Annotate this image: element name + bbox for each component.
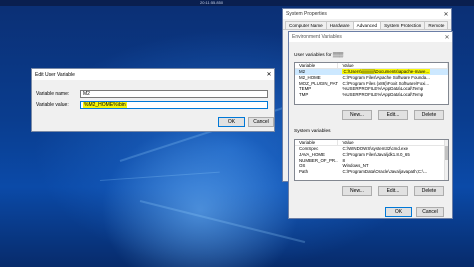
variable-value-input[interactable]: %M2_HOME%\bin — [80, 101, 268, 109]
system-variables-table: Variable Value ComSpec C:\WINDOWS\system… — [294, 139, 449, 181]
value-cell: C:\Users\▒▒▒▒\Documents\apache-mave... — [338, 69, 448, 75]
close-icon[interactable]: ✕ — [264, 71, 274, 78]
value-cell: %USERPROFILE%\AppData\Local\Temp — [342, 92, 424, 98]
tab-remote[interactable]: Remote — [424, 21, 449, 29]
variable-cell: MOZ_PLUGIN_PATH — [299, 80, 339, 86]
variable-cell: JAVA_HOME — [299, 152, 325, 158]
tab-computer-name[interactable]: Computer Name — [285, 21, 327, 29]
tab-system-protection[interactable]: System Protection — [380, 21, 426, 29]
close-icon[interactable]: ✕ — [442, 34, 452, 41]
table-row[interactable]: JAVA_HOME C:\Program Files\Java\jdk1.8.0… — [295, 152, 448, 158]
cancel-button[interactable]: Cancel — [248, 117, 274, 127]
system-new-button[interactable]: New... — [342, 186, 372, 196]
tab-hardware[interactable]: Hardware — [325, 21, 354, 29]
user-variables-table: Variable Value M2 C:\Users\▒▒▒▒\Document… — [294, 62, 449, 105]
table-row[interactable]: NUMBER_OF_PR... 8 — [295, 157, 448, 163]
variable-cell: TEMP — [299, 86, 312, 92]
close-icon[interactable]: ✕ — [441, 11, 451, 18]
variable-cell: NUMBER_OF_PR... — [299, 157, 339, 163]
variable-name-row: Variable name: M2 — [36, 90, 268, 98]
variable-value-text: %M2_HOME%\bin — [83, 102, 127, 108]
value-cell: %USERPROFILE%\AppData\Local\Temp — [342, 86, 424, 92]
user-name: ▒▒▒ — [332, 53, 344, 58]
scrollbar[interactable] — [444, 140, 448, 180]
system-delete-button[interactable]: Delete — [414, 186, 444, 196]
value-cell: C:\WINDOWS\system32\cmd.exe — [342, 146, 409, 152]
value-cell: C:\Program Files\Java\jdk1.8.0_65 — [342, 152, 410, 158]
variable-name-label: Variable name: — [36, 91, 70, 97]
cancel-button[interactable]: Cancel — [416, 207, 444, 217]
user-new-button[interactable]: New... — [342, 110, 372, 120]
value-text: C:\Users\▒▒▒▒\Documents\apache-mave... — [342, 69, 431, 75]
variable-name-input[interactable]: M2 — [80, 90, 268, 98]
system-variables-label: System variables — [294, 129, 331, 134]
top-bar-text: 20:11:55.850 — [200, 0, 224, 5]
variable-value-label: Variable value: — [36, 102, 69, 108]
variable-cell: M2 — [299, 69, 306, 75]
user-edit-button[interactable]: Edit... — [378, 110, 408, 120]
column-header-variable[interactable]: Variable — [295, 63, 339, 68]
ok-button[interactable]: OK — [218, 117, 245, 127]
user-delete-button[interactable]: Delete — [414, 110, 444, 120]
variable-cell: OS — [299, 163, 306, 169]
dialog-title: Environment Variables — [292, 34, 342, 40]
value-cell: 8 — [342, 157, 345, 163]
variable-name-value: M2 — [83, 91, 90, 97]
table-row[interactable]: M2_HOME C:\Program Files\Apache Software… — [295, 75, 448, 81]
table-row[interactable]: M2 C:\Users\▒▒▒▒\Documents\apache-mave..… — [295, 69, 448, 75]
variable-cell: M2_HOME — [299, 75, 321, 81]
table-row[interactable]: TEMP %USERPROFILE%\AppData\Local\Temp — [295, 86, 448, 92]
tab-advanced[interactable]: Advanced — [352, 21, 382, 29]
scroll-thumb[interactable] — [445, 146, 448, 160]
dialog-title: Edit User Variable — [35, 71, 75, 78]
system-edit-button[interactable]: Edit... — [378, 186, 408, 196]
table-row[interactable]: ComSpec C:\WINDOWS\system32\cmd.exe — [295, 146, 448, 152]
variable-cell: Path — [299, 169, 309, 175]
variable-cell: TMP — [299, 92, 309, 98]
table-row[interactable]: OS Windows_NT — [295, 163, 448, 169]
table-row[interactable]: Path C:\ProgramData\Oracle\Java\javapath… — [295, 169, 448, 175]
variable-cell: ComSpec — [299, 146, 319, 152]
column-header-value[interactable]: Value — [338, 63, 448, 68]
dialog-titlebar: Environment Variables ✕ — [289, 32, 452, 42]
value-cell: Windows_NT — [342, 163, 369, 169]
edit-user-variable-dialog: Edit User Variable ✕ Variable name: M2 V… — [31, 68, 275, 132]
user-variables-label: User variables for ▒▒▒ — [294, 53, 343, 58]
dialog-titlebar: Edit User Variable ✕ — [32, 69, 274, 80]
column-header-variable[interactable]: Variable — [295, 140, 339, 145]
user-variables-label-text: User variables for — [294, 53, 333, 58]
variable-value-row: Variable value: %M2_HOME%\bin — [36, 101, 268, 109]
top-bar: 20:11:55.850 — [0, 0, 474, 6]
column-header-value[interactable]: Value — [338, 140, 448, 145]
table-row[interactable]: TMP %USERPROFILE%\AppData\Local\Temp — [295, 92, 448, 98]
value-cell: C:\ProgramData\Oracle\Java\javapath;C:\.… — [342, 169, 428, 175]
tab-strip: Computer Name Hardware Advanced System P… — [283, 19, 451, 30]
environment-variables-dialog: Environment Variables ✕ User variables f… — [288, 31, 453, 219]
value-cell: C:\Program Files (x86)\Foxit Software\Fo… — [342, 80, 430, 86]
window-title: System Properties — [286, 11, 327, 17]
table-row[interactable]: MOZ_PLUGIN_PATH C:\Program Files (x86)\F… — [295, 80, 448, 86]
window-titlebar: System Properties ✕ — [283, 9, 451, 19]
value-cell: C:\Program Files\Apache Software Founda.… — [342, 75, 430, 81]
ok-button[interactable]: OK — [385, 207, 412, 217]
